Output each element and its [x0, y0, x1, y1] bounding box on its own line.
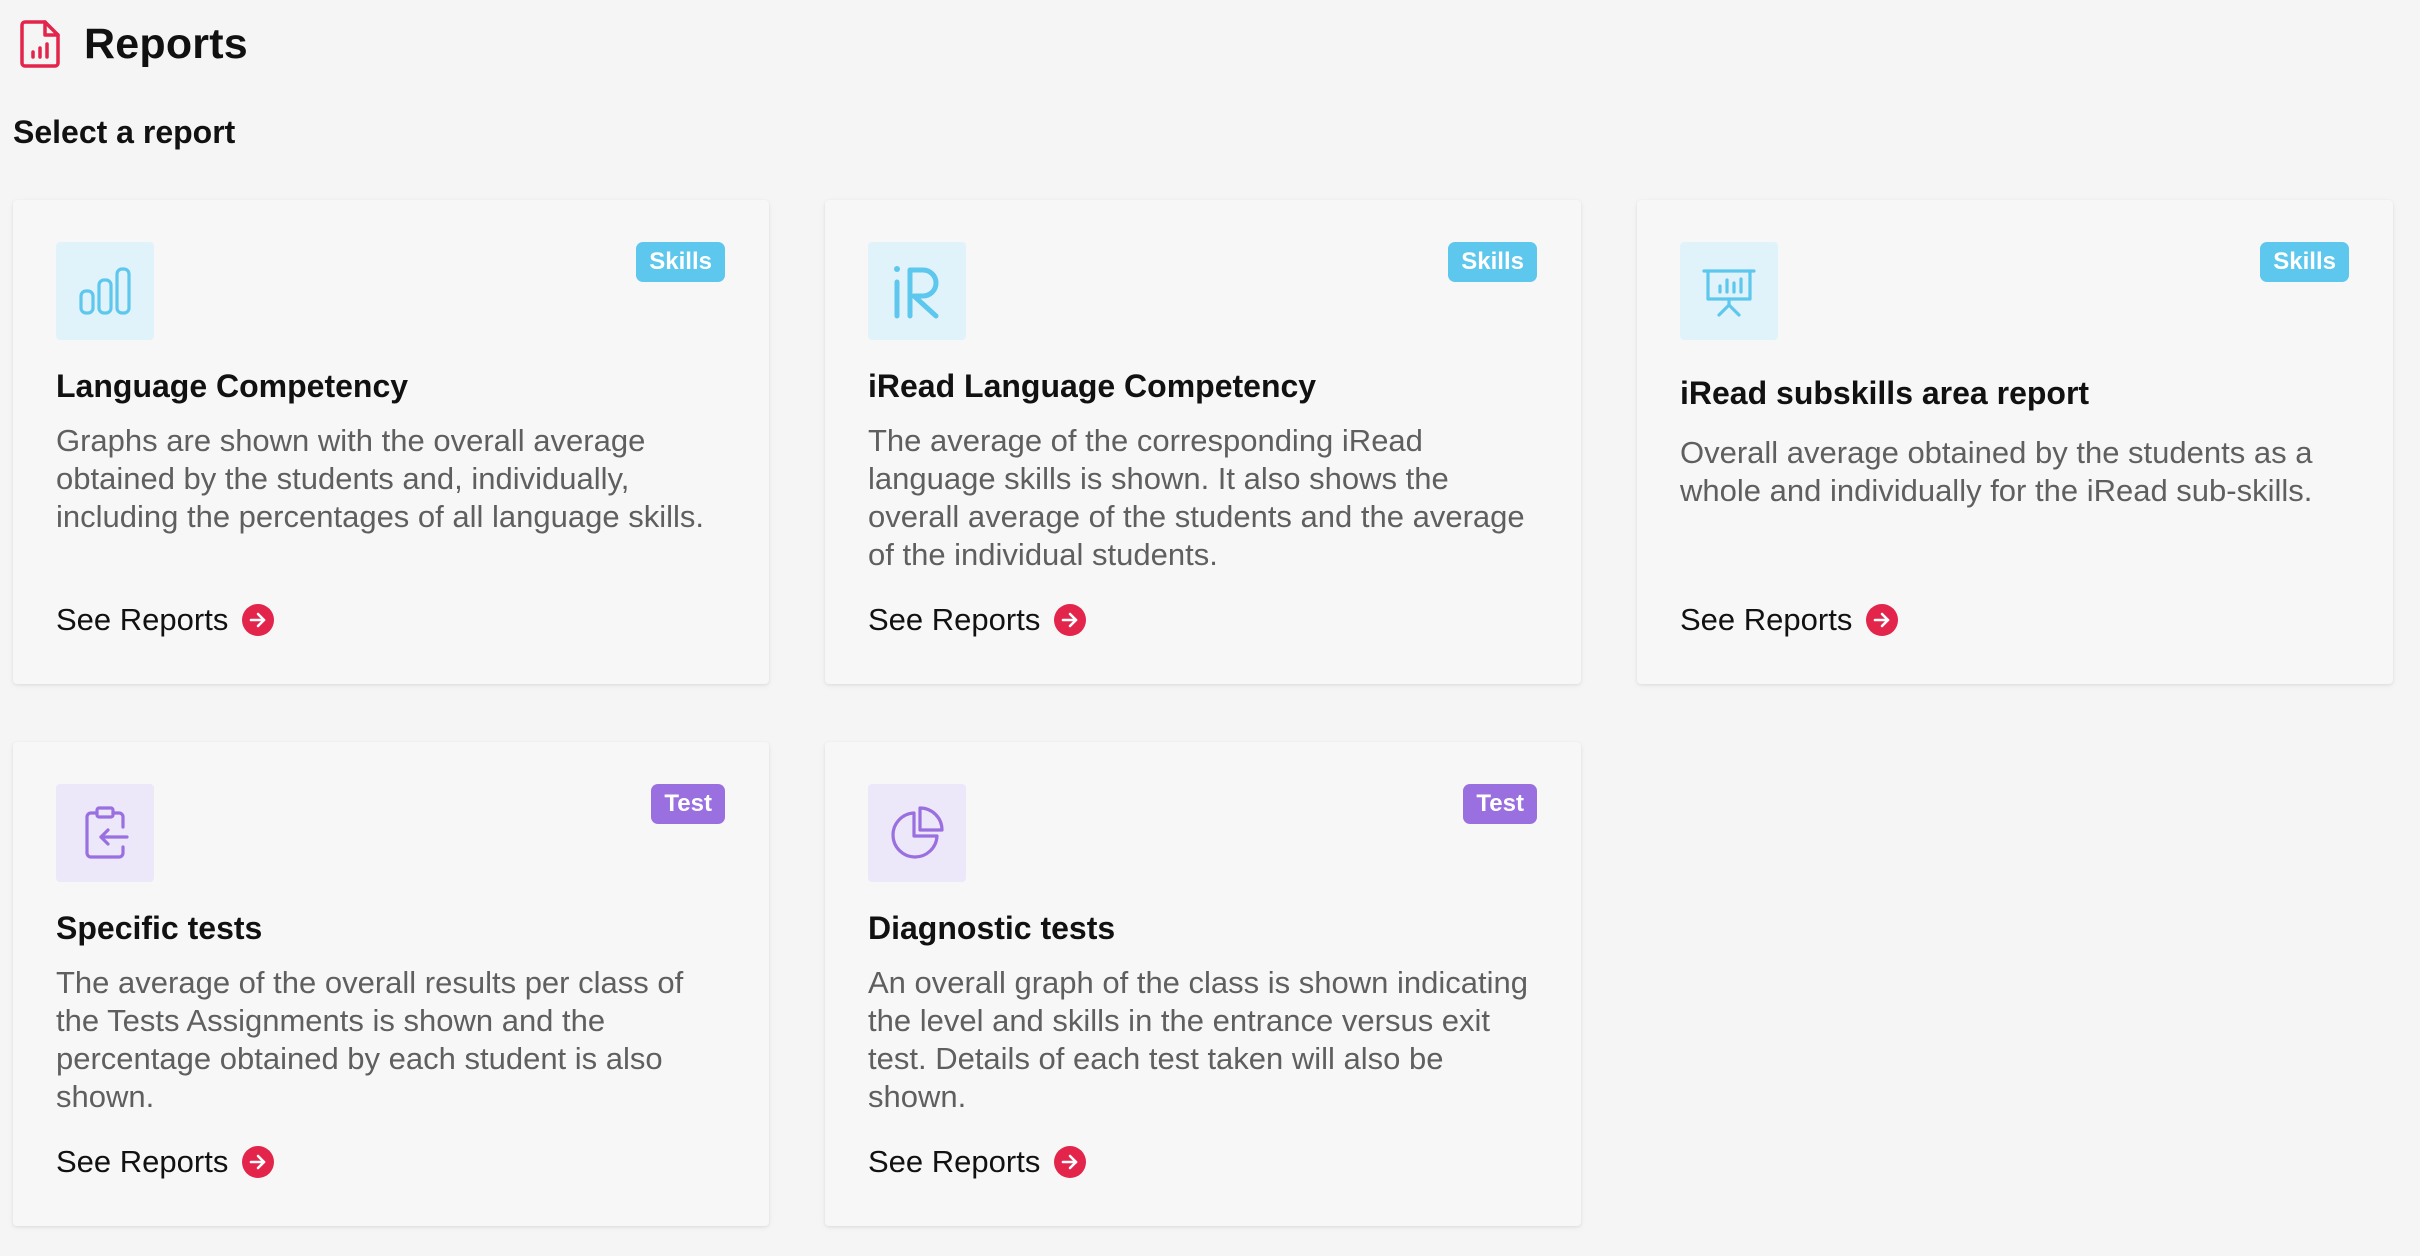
category-badge: Test — [651, 784, 725, 824]
arrow-right-icon[interactable] — [1054, 1146, 1087, 1178]
page-header: Reports — [18, 14, 248, 74]
category-badge: Test — [1463, 784, 1537, 824]
presentation-board-icon — [1680, 242, 1778, 340]
card-title: Language Competency — [56, 368, 409, 404]
reports-page: Reports Select a report Skills Language … — [0, 0, 2420, 1256]
report-document-icon — [18, 18, 62, 70]
report-card-diagnostic-tests[interactable]: Test Diagnostic tests An overall graph o… — [825, 742, 1581, 1226]
report-card-iread-language-competency[interactable]: Skills iRead Language Competency The ave… — [825, 200, 1581, 684]
see-reports-link[interactable]: See Reports — [868, 1144, 1087, 1180]
clipboard-arrow-icon — [56, 784, 154, 882]
see-reports-link[interactable]: See Reports — [56, 1144, 275, 1180]
report-card-specific-tests[interactable]: Test Specific tests The average of the o… — [13, 742, 769, 1226]
card-title: iRead Language Competency — [868, 368, 1317, 404]
see-reports-label: See Reports — [56, 602, 229, 637]
see-reports-link[interactable]: See Reports — [56, 602, 275, 638]
card-description: Overall average obtained by the students… — [1680, 435, 2313, 508]
see-reports-label: See Reports — [868, 1144, 1041, 1179]
arrow-right-icon[interactable] — [1866, 604, 1899, 636]
report-card-language-competency[interactable]: Skills Language Competency Graphs are sh… — [13, 200, 769, 684]
pie-chart-icon — [868, 784, 966, 882]
card-title: iRead subskills area report — [1680, 375, 2090, 411]
page-title: Reports — [84, 19, 248, 68]
category-badge: Skills — [1448, 242, 1537, 282]
see-reports-link[interactable]: See Reports — [1680, 602, 1899, 638]
iread-logo-icon — [868, 242, 966, 340]
see-reports-label: See Reports — [56, 1144, 229, 1179]
arrow-right-icon[interactable] — [242, 1146, 275, 1178]
arrow-right-icon[interactable] — [1054, 604, 1087, 636]
bar-chart-icon — [56, 242, 154, 340]
report-card-iread-subskills[interactable]: Skills iRead subskills area report Overa… — [1637, 200, 2393, 684]
card-description: An overall graph of the class is shown i… — [868, 965, 1528, 1114]
category-badge: Skills — [636, 242, 725, 282]
section-subtitle: Select a report — [13, 114, 236, 150]
category-badge: Skills — [2260, 242, 2349, 282]
see-reports-label: See Reports — [1680, 602, 1853, 637]
arrow-right-icon[interactable] — [242, 604, 275, 636]
see-reports-label: See Reports — [868, 602, 1041, 637]
card-description: The average of the overall results per c… — [56, 965, 684, 1114]
card-title: Diagnostic tests — [868, 910, 1116, 946]
card-title: Specific tests — [56, 910, 263, 946]
see-reports-link[interactable]: See Reports — [868, 602, 1087, 638]
card-description: Graphs are shown with the overall averag… — [56, 423, 704, 534]
card-description: The average of the corresponding iRead l… — [868, 423, 1525, 572]
